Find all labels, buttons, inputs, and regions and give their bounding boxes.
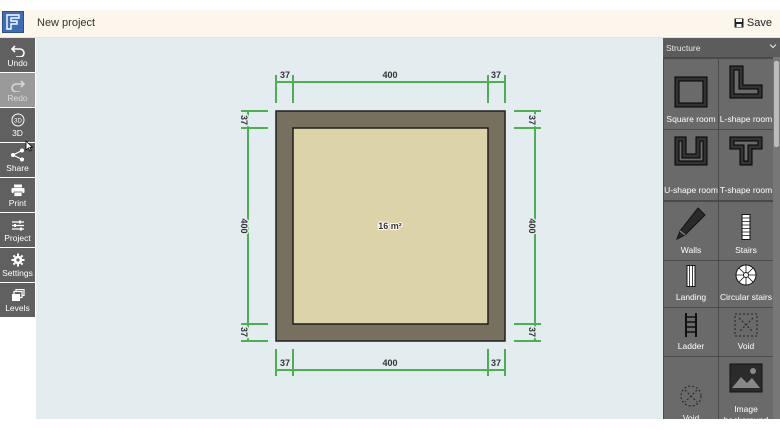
landing-tile[interactable]: Landing	[664, 261, 718, 307]
square-room-label: Square room	[666, 114, 716, 124]
square-room-tile[interactable]: Square room	[664, 59, 718, 129]
undo-label: Undo	[7, 57, 28, 68]
t-shape-room-icon	[719, 136, 773, 166]
l-shape-room-tile[interactable]: L-shape room	[719, 59, 773, 129]
image-background-label: Image background	[723, 404, 769, 425]
redo-label: Redo	[7, 92, 28, 103]
ladder-icon	[664, 313, 718, 337]
walls-label: Walls	[680, 245, 702, 255]
scrollbar-thumb[interactable]	[774, 61, 779, 147]
room[interactable]	[275, 110, 506, 342]
settings-button[interactable]: Settings	[0, 248, 35, 282]
redo-button[interactable]: Redo	[0, 73, 35, 107]
u-shape-room-tile[interactable]: U-shape room	[664, 130, 718, 200]
stairs-label: Stairs	[735, 245, 757, 255]
t-shape-room-label: T-shape room	[719, 185, 773, 195]
save-label: Save	[746, 17, 772, 29]
category-dropdown[interactable]: Structure	[663, 38, 780, 57]
void-icon	[719, 313, 773, 337]
l-shape-room-label: L-shape room	[719, 114, 773, 124]
t-shape-room-tile[interactable]: T-shape room	[719, 130, 773, 200]
3d-label: 3D	[12, 127, 23, 138]
levels-icon	[11, 288, 25, 303]
sliders-icon	[11, 218, 25, 233]
structure-panel: Structure Square room L-shape room U-sha…	[663, 38, 780, 425]
ladder-label: Ladder	[677, 341, 705, 351]
panel-scrollbar[interactable]	[773, 57, 780, 419]
mouse-cursor-icon	[25, 140, 33, 152]
top-bar: New project Save	[0, 10, 780, 38]
undo-icon	[10, 43, 25, 58]
project-label: Project	[4, 232, 31, 243]
l-shape-room-icon	[719, 65, 773, 99]
void-circle-label: Void	[682, 413, 700, 423]
save-button[interactable]: Save	[734, 17, 772, 29]
settings-label: Settings	[2, 267, 33, 278]
u-shape-room-icon	[664, 136, 718, 166]
u-shape-room-label: U-shape room	[664, 185, 718, 195]
print-icon	[11, 183, 25, 198]
3d-button[interactable]: 3D 3D	[0, 108, 35, 142]
print-label: Print	[8, 197, 27, 208]
print-button[interactable]: Print	[0, 178, 35, 212]
floppy-disk-icon	[734, 18, 744, 28]
category-label: Structure	[666, 43, 701, 53]
void-circle-tile[interactable]: Void	[664, 357, 718, 423]
void-circle-icon	[664, 384, 718, 408]
walls-tile[interactable]: Walls	[664, 202, 718, 260]
svg-text:3D: 3D	[14, 119, 22, 125]
project-button[interactable]: Project	[0, 213, 35, 247]
redo-icon	[10, 78, 25, 93]
landing-icon	[664, 265, 718, 287]
circular-stairs-tile[interactable]: Circular stairs	[719, 261, 773, 307]
share-label: Share	[6, 162, 29, 173]
stairs-tile[interactable]: Stairs	[719, 202, 773, 260]
stairs-icon	[719, 214, 773, 240]
pencil-icon	[664, 206, 718, 242]
circular-stairs-icon	[719, 264, 773, 286]
void-label: Void	[737, 341, 755, 351]
landing-label: Landing	[675, 292, 707, 302]
circular-stairs-label: Circular stairs	[720, 292, 772, 302]
room-floor	[292, 127, 489, 325]
levels-label: Levels	[5, 302, 30, 313]
square-room-icon	[664, 76, 718, 108]
project-title[interactable]: New project	[37, 17, 95, 29]
levels-button[interactable]: Levels	[0, 283, 35, 317]
gear-icon	[11, 253, 25, 268]
void-tile[interactable]: Void	[719, 308, 773, 356]
3d-icon: 3D	[10, 113, 26, 128]
image-background-tile[interactable]: Image background	[719, 357, 773, 425]
app-logo-icon[interactable]	[2, 11, 24, 33]
chevron-down-icon	[769, 42, 777, 52]
image-icon	[719, 363, 773, 393]
ladder-tile[interactable]: Ladder	[664, 308, 718, 356]
share-icon	[10, 148, 26, 163]
bottom-strip	[0, 419, 780, 430]
left-toolbar: Undo Redo 3D 3D Share Print Project Sett…	[0, 38, 35, 318]
undo-button[interactable]: Undo	[0, 38, 35, 72]
